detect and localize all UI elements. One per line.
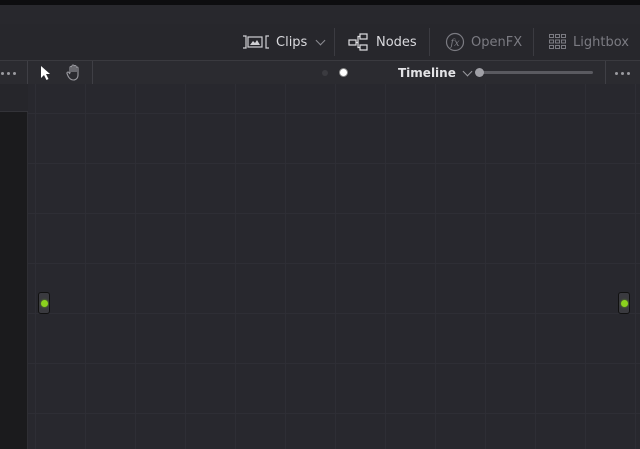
nodes-icon bbox=[348, 33, 370, 51]
hand-icon[interactable] bbox=[66, 64, 82, 85]
port-indicator bbox=[620, 299, 628, 307]
toolbar-divider bbox=[334, 28, 335, 56]
clips-button[interactable]: Clips bbox=[242, 24, 326, 60]
lightbox-label: Lightbox bbox=[573, 34, 629, 50]
pointer-icon[interactable] bbox=[40, 65, 52, 85]
svg-text:fx: fx bbox=[449, 38, 460, 49]
output-port[interactable] bbox=[618, 292, 630, 314]
openfx-button[interactable]: fx OpenFX bbox=[445, 24, 522, 60]
nodes-label: Nodes bbox=[376, 34, 417, 50]
openfx-label: OpenFX bbox=[471, 34, 523, 50]
clips-label: Clips bbox=[276, 34, 308, 50]
node-editor-toolbar: Timeline bbox=[0, 60, 640, 85]
mode-label: Timeline bbox=[398, 66, 456, 80]
left-side-panel bbox=[0, 84, 28, 449]
toolbar-divider bbox=[429, 28, 430, 56]
active-dot[interactable] bbox=[339, 68, 348, 77]
toolbar-divider bbox=[605, 61, 606, 85]
lightbox-icon bbox=[549, 34, 567, 50]
mode-dropdown[interactable]: Timeline bbox=[398, 61, 473, 85]
inactive-dot bbox=[322, 70, 328, 76]
clips-icon bbox=[242, 35, 270, 49]
zoom-slider[interactable] bbox=[475, 68, 593, 77]
chevron-down-icon bbox=[315, 35, 326, 45]
zoom-slider-handle[interactable] bbox=[475, 68, 484, 77]
lightbox-button[interactable]: Lightbox bbox=[549, 24, 629, 60]
toolbar-divider bbox=[92, 61, 93, 85]
node-graph-canvas[interactable] bbox=[28, 84, 640, 449]
openfx-icon: fx bbox=[445, 32, 465, 52]
more-options-icon[interactable] bbox=[1, 61, 16, 85]
title-bar bbox=[0, 5, 640, 24]
chevron-down-icon bbox=[462, 66, 473, 76]
page-toolbar: Clips Nodes fx OpenFX Lightbox bbox=[0, 24, 640, 60]
more-options-icon[interactable] bbox=[615, 61, 630, 85]
toolbar-divider bbox=[27, 61, 28, 85]
port-indicator bbox=[40, 299, 48, 307]
nodes-button[interactable]: Nodes bbox=[348, 24, 417, 60]
toolbar-divider bbox=[533, 28, 534, 56]
left-panel-header bbox=[0, 84, 28, 112]
input-port[interactable] bbox=[38, 292, 50, 314]
